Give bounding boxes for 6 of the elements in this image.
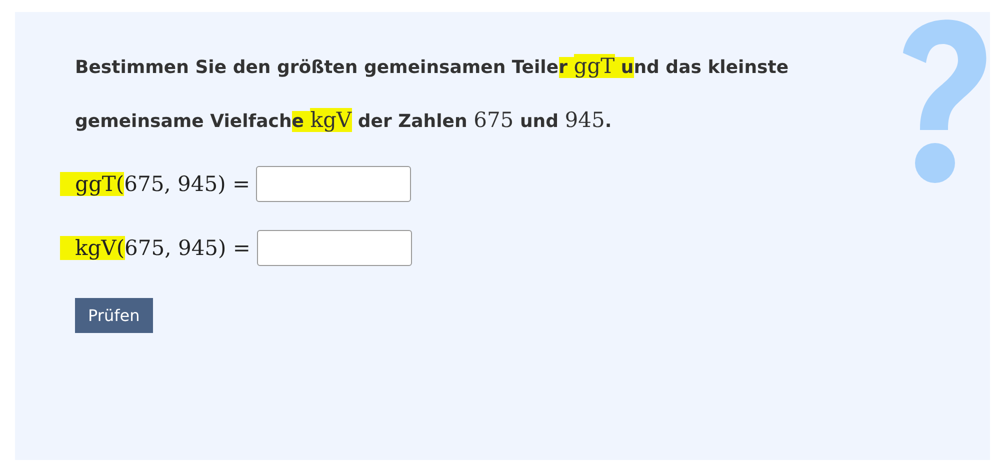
check-button[interactable]: Prüfen	[75, 298, 153, 333]
equation-label: kgV(675, 945) =	[60, 236, 251, 260]
answer-field[interactable]	[256, 230, 412, 266]
question-text: Bestimmen Sie den größten gemeinsamen Teiler ggT und das kleinste gemeinsame Vielfache kgV der Zahlen 675 und 945.	[74, 53, 790, 134]
answer-field[interactable]	[256, 166, 412, 202]
equation-label: ggT(675, 945) =	[60, 172, 250, 196]
